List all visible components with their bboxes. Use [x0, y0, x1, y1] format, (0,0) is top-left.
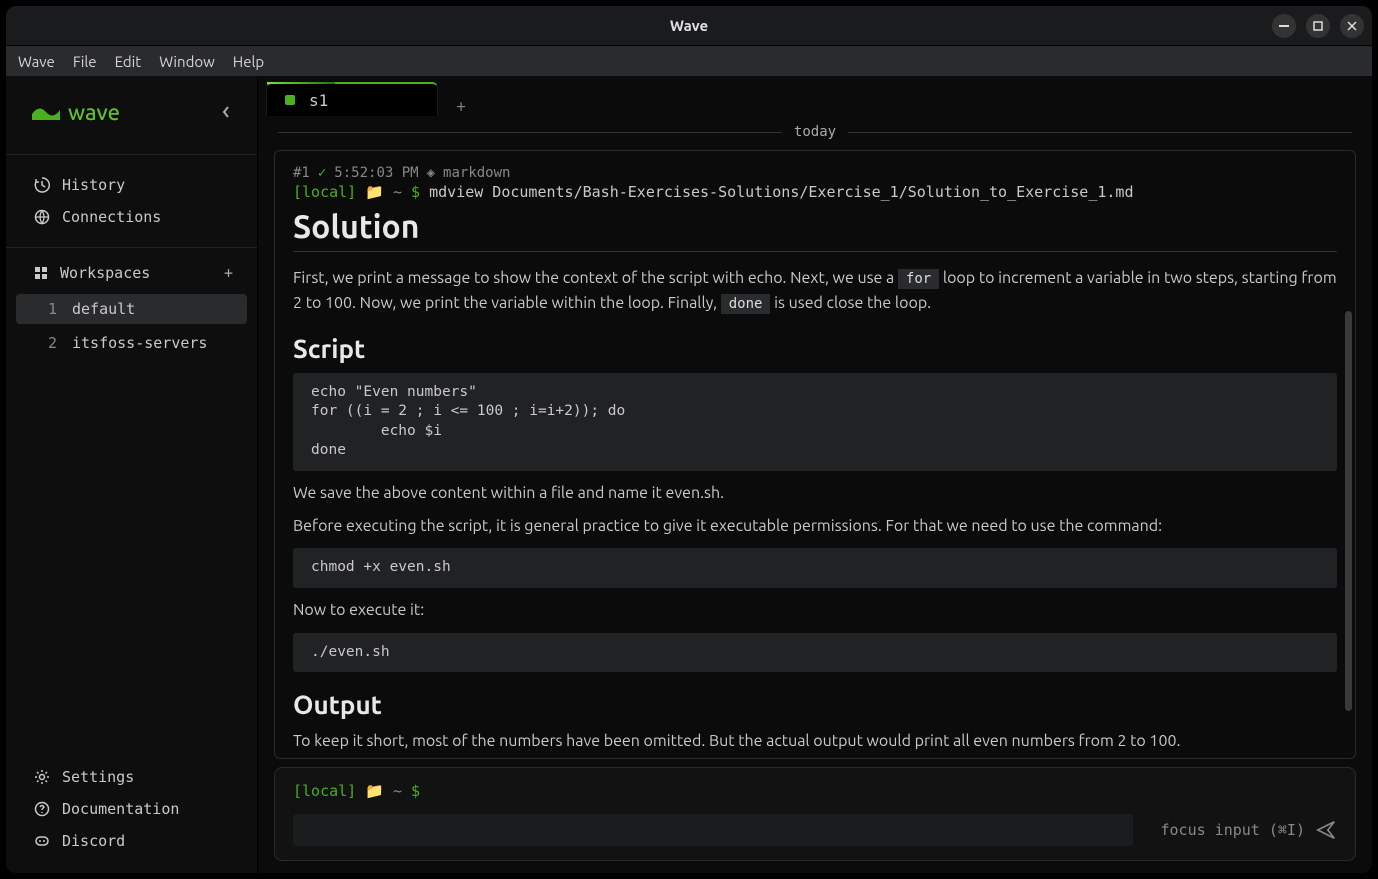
sidebar-item-label: Connections: [62, 208, 161, 226]
code-block-chmod: chmod +x even.sh: [293, 548, 1337, 588]
tab-label: s1: [309, 91, 328, 110]
menu-window[interactable]: Window: [159, 53, 215, 70]
date-label: today: [794, 124, 836, 140]
inline-code-done: done: [721, 294, 771, 314]
diamond-icon: ◈: [427, 165, 435, 181]
command-input[interactable]: [293, 814, 1133, 846]
titlebar: Wave: [6, 6, 1372, 46]
command-meta: #1 ✓ 5:52:03 PM ◈ markdown: [293, 165, 1337, 181]
paragraph: First, we print a message to show the co…: [293, 266, 1337, 316]
maximize-button[interactable]: [1306, 14, 1330, 38]
input-prompt: [local] 📁 ~ $: [293, 782, 1337, 800]
check-icon: ✓: [318, 165, 326, 181]
globe-icon: [34, 209, 50, 225]
folder-icon: 📁: [365, 782, 393, 800]
prompt-line: [local] 📁 ~ $ mdview Documents/Bash-Exer…: [293, 183, 1337, 201]
code-block-run: ./even.sh: [293, 633, 1337, 673]
main-area: s1 + today #1 ✓ 5:52:03 PM ◈ markdown: [258, 76, 1372, 873]
paragraph: To keep it short, most of the numbers ha…: [293, 729, 1337, 754]
minimize-button[interactable]: [1272, 14, 1296, 38]
add-workspace-button[interactable]: +: [224, 264, 233, 282]
sidebar-item-label: Discord: [62, 832, 125, 850]
collapse-sidebar-button[interactable]: [221, 105, 231, 119]
prompt-path: ~: [393, 183, 402, 201]
markdown-output: Solution First, we print a message to sh…: [293, 209, 1337, 754]
workspace-name: default: [72, 300, 135, 318]
workspaces-label: Workspaces: [60, 264, 150, 282]
command-time: 5:52:03 PM: [334, 165, 418, 181]
prompt-dollar: $: [411, 183, 420, 201]
code-block-script: echo "Even numbers" for ((i = 2 ; i <= 1…: [293, 373, 1337, 471]
prompt-path: ~: [393, 782, 402, 800]
menu-edit[interactable]: Edit: [115, 53, 142, 70]
command-input-block: [local] 📁 ~ $ focus input (⌘I): [274, 767, 1356, 861]
send-icon: [1315, 819, 1337, 841]
window-title: Wave: [6, 17, 1372, 34]
app-window: Wave Wave File Edit Window Help wave: [6, 6, 1372, 873]
renderer-tag: markdown: [443, 165, 510, 181]
menu-help[interactable]: Help: [233, 53, 264, 70]
history-icon: [34, 177, 50, 193]
sidebar-item-documentation[interactable]: Documentation: [6, 793, 257, 825]
chevron-left-icon: [221, 105, 231, 119]
workspace-item-default[interactable]: 1 default: [16, 294, 247, 324]
tab-indicator-icon: [285, 95, 295, 105]
command-index: #1: [293, 165, 310, 181]
folder-icon: 📁: [365, 183, 393, 201]
prompt-host: [local]: [293, 183, 356, 201]
sidebar-item-discord[interactable]: Discord: [6, 825, 257, 857]
tab-s1[interactable]: s1: [266, 82, 438, 116]
date-divider: today: [258, 114, 1372, 140]
inline-code-for: for: [898, 269, 939, 289]
send-button[interactable]: [1315, 819, 1337, 841]
command-text: mdview Documents/Bash-Exercises-Solution…: [429, 183, 1133, 201]
prompt-host: [local]: [293, 782, 356, 800]
sidebar-item-label: Documentation: [62, 800, 179, 818]
heading-solution: Solution: [293, 209, 1337, 252]
prompt-dollar: $: [411, 782, 420, 800]
menu-file[interactable]: File: [73, 53, 97, 70]
scrollbar[interactable]: [1345, 311, 1352, 711]
sidebar-item-connections[interactable]: Connections: [6, 201, 257, 233]
paragraph: Before executing the script, it is gener…: [293, 514, 1337, 539]
heading-output: Output: [293, 690, 1337, 719]
wave-logo-icon: [32, 104, 60, 120]
workspace-number: 1: [48, 300, 72, 318]
gear-icon: [34, 769, 50, 785]
workspace-number: 2: [48, 334, 72, 352]
sidebar-item-label: Settings: [62, 768, 134, 786]
sidebar-item-settings[interactable]: Settings: [6, 761, 257, 793]
doc-icon: [34, 801, 50, 817]
brand-text: wave: [68, 100, 120, 125]
sidebar-item-label: History: [62, 176, 125, 194]
workspaces-icon: [34, 266, 48, 280]
add-tab-button[interactable]: +: [446, 96, 476, 116]
discord-icon: [34, 833, 50, 849]
terminal-output-block: #1 ✓ 5:52:03 PM ◈ markdown [local] 📁 ~ $…: [274, 150, 1356, 759]
menubar: Wave File Edit Window Help: [6, 46, 1372, 76]
tab-bar: s1 +: [258, 76, 1372, 116]
workspace-item-itsfoss[interactable]: 2 itsfoss-servers: [16, 328, 247, 358]
window-controls: [1272, 14, 1364, 38]
focus-hint: focus input (⌘I): [1161, 821, 1306, 839]
sidebar: wave History Connections: [6, 76, 258, 873]
close-button[interactable]: [1340, 14, 1364, 38]
menu-wave[interactable]: Wave: [18, 53, 55, 70]
heading-script: Script: [293, 334, 1337, 363]
sidebar-item-history[interactable]: History: [6, 169, 257, 201]
paragraph: Now to execute it:: [293, 598, 1337, 623]
paragraph: We save the above content within a file …: [293, 481, 1337, 506]
workspace-name: itsfoss-servers: [72, 334, 207, 352]
brand-logo: wave: [32, 100, 120, 125]
